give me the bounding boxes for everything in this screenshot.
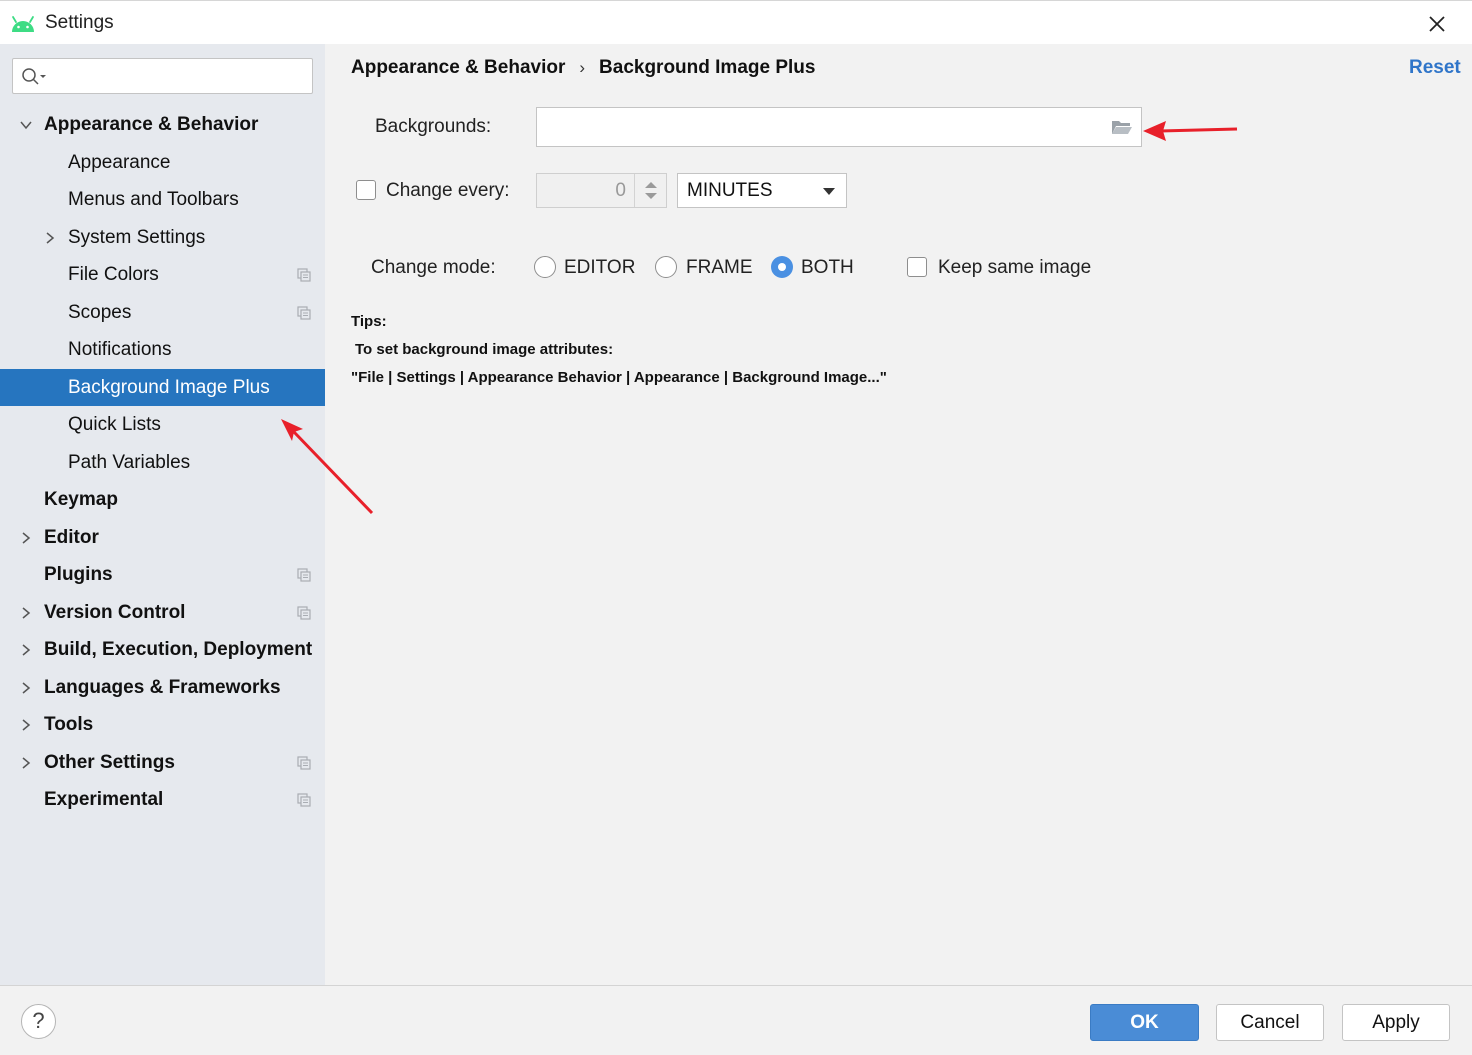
- sidebar-item-label: Appearance & Behavior: [44, 114, 259, 135]
- project-level-icon: [297, 268, 311, 282]
- sidebar-item-label: Plugins: [44, 564, 113, 585]
- sidebar-item-label: Appearance: [68, 151, 171, 173]
- keep-same-image-label[interactable]: Keep same image: [938, 257, 1091, 279]
- tips-line-1: To set background image attributes:: [355, 341, 614, 358]
- sidebar-item-path-variables[interactable]: Path Variables: [0, 444, 325, 482]
- reset-link[interactable]: Reset: [1409, 57, 1461, 79]
- settings-tree: Appearance & Behavior Appearance Menus and…: [0, 106, 325, 819]
- mode-frame-label[interactable]: FRAME: [686, 257, 753, 279]
- sidebar-item-label: Languages & Frameworks: [44, 676, 281, 698]
- folder-open-icon[interactable]: [1111, 119, 1133, 135]
- sidebar-item-editor[interactable]: Editor: [0, 519, 325, 557]
- sidebar-item-label: Experimental: [44, 789, 164, 810]
- chevron-right-icon[interactable]: [20, 531, 32, 544]
- keep-same-image-checkbox[interactable]: [907, 257, 927, 277]
- chevron-right-icon[interactable]: [20, 719, 32, 731]
- mode-frame-radio[interactable]: [655, 256, 677, 278]
- help-button[interactable]: ?: [21, 1004, 56, 1039]
- sidebar-item-quick-lists[interactable]: Quick Lists: [0, 406, 325, 444]
- sidebar-item-label: System Settings: [68, 226, 206, 248]
- sidebar-item-other-settings[interactable]: Other Settings: [0, 744, 325, 782]
- change-every-checkbox[interactable]: [356, 180, 376, 200]
- interval-stepper[interactable]: 0: [536, 173, 667, 208]
- change-every-label: Change every:: [386, 180, 510, 201]
- sidebar-item-label: File Colors: [68, 264, 159, 285]
- sidebar-item-notifications[interactable]: Notifications: [0, 331, 325, 369]
- interval-unit-select[interactable]: MINUTES: [677, 173, 847, 208]
- chevron-right-icon[interactable]: [20, 756, 32, 769]
- stepper-arrows-icon[interactable]: [634, 174, 666, 207]
- project-level-icon: [297, 568, 311, 582]
- sidebar-item-appearance[interactable]: Appearance: [0, 144, 325, 182]
- mode-both-label[interactable]: BOTH: [801, 257, 854, 279]
- chevron-down-icon[interactable]: [20, 119, 32, 131]
- settings-content: Appearance & Behavior › Background Image P…: [325, 44, 1472, 985]
- sidebar-item-file-colors[interactable]: File Colors: [0, 256, 325, 294]
- sidebar-item-version-control[interactable]: Version Control: [0, 594, 325, 632]
- sidebar-item-system-settings[interactable]: System Settings: [0, 219, 325, 257]
- breadcrumb-current: Background Image Plus: [599, 57, 816, 78]
- breadcrumb: Appearance & Behavior › Background Image P…: [351, 57, 815, 79]
- chevron-right-icon[interactable]: [44, 231, 56, 244]
- sidebar-item-label: Editor: [44, 526, 99, 548]
- breadcrumb-separator-icon: ›: [579, 58, 586, 77]
- backgrounds-field[interactable]: [536, 107, 1142, 147]
- sidebar-item-label: Keymap: [44, 489, 118, 510]
- project-level-icon: [297, 605, 311, 620]
- cancel-button[interactable]: Cancel: [1216, 1004, 1324, 1041]
- close-icon[interactable]: [1424, 11, 1450, 37]
- tips-title: Tips:: [351, 313, 387, 330]
- tips-line-2: "File | Settings | Appearance Behavior |…: [351, 369, 887, 386]
- interval-unit-value: MINUTES: [687, 180, 773, 201]
- sidebar-item-label: Path Variables: [68, 451, 191, 473]
- sidebar-item-menus-and-toolbars[interactable]: Menus and Toolbars: [0, 181, 325, 219]
- sidebar-item-languages-frameworks[interactable]: Languages & Frameworks: [0, 669, 325, 707]
- sidebar-item-build-execution-deployment[interactable]: Build, Execution, Deployment: [0, 631, 325, 669]
- android-icon: [12, 16, 34, 32]
- ok-button[interactable]: OK: [1090, 1004, 1199, 1041]
- sidebar-item-background-image-plus[interactable]: Background Image Plus: [0, 368, 325, 406]
- change-mode-label: Change mode:: [371, 257, 496, 278]
- sidebar-item-label: Version Control: [44, 601, 186, 623]
- settings-sidebar: Appearance & Behavior Appearance Menus and…: [0, 44, 325, 985]
- sidebar-item-plugins[interactable]: Plugins: [0, 556, 325, 594]
- chevron-down-icon: [823, 188, 835, 195]
- sidebar-item-label: Notifications: [68, 339, 172, 360]
- chevron-right-icon[interactable]: [20, 606, 32, 619]
- backgrounds-label: Backgrounds:: [375, 116, 492, 137]
- sidebar-item-keymap[interactable]: Keymap: [0, 481, 325, 519]
- project-level-icon: [297, 755, 311, 770]
- chevron-right-icon[interactable]: [20, 644, 32, 656]
- sidebar-item-experimental[interactable]: Experimental: [0, 781, 325, 819]
- chevron-right-icon[interactable]: [20, 681, 32, 694]
- window-title: Settings: [45, 12, 114, 33]
- sidebar-item-label: Quick Lists: [68, 414, 161, 435]
- mode-both-radio[interactable]: [771, 256, 793, 278]
- sidebar-item-label: Background Image Plus: [68, 376, 270, 398]
- project-level-icon: [297, 793, 311, 807]
- mode-editor-label[interactable]: EDITOR: [564, 257, 635, 279]
- search-icon: [22, 68, 46, 85]
- sidebar-item-label: Scopes: [68, 301, 132, 323]
- sidebar-item-label: Menus and Toolbars: [68, 189, 239, 210]
- interval-value: 0: [615, 180, 626, 201]
- sidebar-item-label: Tools: [44, 714, 94, 735]
- breadcrumb-parent[interactable]: Appearance & Behavior: [351, 57, 565, 78]
- title-bar: Settings: [0, 0, 1472, 44]
- sidebar-item-scopes[interactable]: Scopes: [0, 294, 325, 332]
- project-level-icon: [297, 305, 311, 320]
- dialog-footer: ? OK Cancel Apply: [0, 985, 1472, 1055]
- mode-editor-radio[interactable]: [534, 256, 556, 278]
- sidebar-item-label: Other Settings: [44, 751, 175, 773]
- sidebar-item-appearance-behavior[interactable]: Appearance & Behavior: [0, 106, 325, 144]
- apply-button[interactable]: Apply: [1342, 1004, 1450, 1041]
- search-input[interactable]: [12, 58, 313, 94]
- sidebar-item-label: Build, Execution, Deployment: [44, 639, 313, 660]
- sidebar-item-tools[interactable]: Tools: [0, 706, 325, 744]
